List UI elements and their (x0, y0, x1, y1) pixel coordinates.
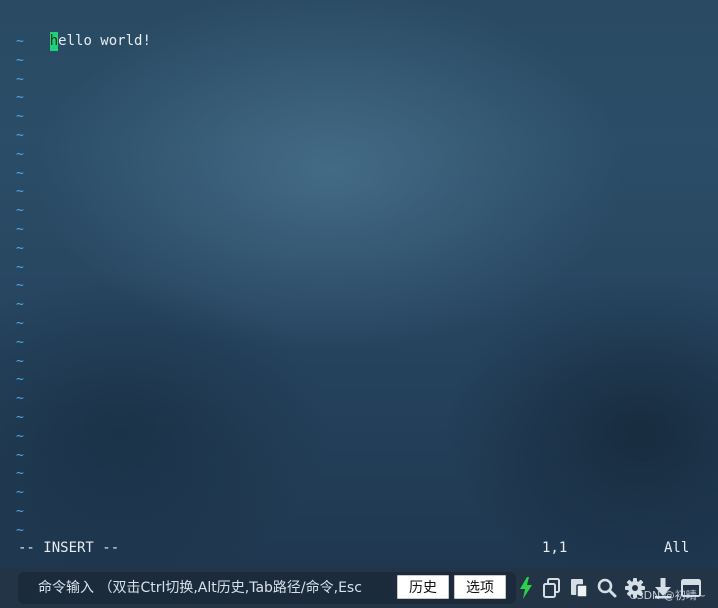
editor-line-1[interactable]: hello world! (16, 13, 151, 51)
empty-line-marker: ~ (16, 334, 24, 350)
csdn-watermark: CSDN @初晴~ (628, 589, 706, 602)
empty-line-marker: ~ (16, 203, 24, 219)
empty-line-marker: ~ (16, 410, 24, 425)
empty-line-marker: ~ (16, 90, 24, 106)
scroll-position: All (664, 540, 690, 556)
mode-indicator: -- INSERT -- (18, 540, 120, 556)
terminal-editor[interactable]: hello world! ~ ~ ~ ~ ~ ~ ~ ~ ~ ~ ~ ~ ~ ~ ~ ~ ~ ~ ~ ~ ~ ~ ~ ~ ~ ~ ~… (0, 0, 718, 568)
text-cursor: h (49, 32, 59, 51)
cursor-position: 1,1 (542, 540, 568, 556)
empty-line-marker: ~ (16, 391, 24, 407)
paste-icon[interactable] (568, 576, 590, 600)
line-text: ello world! (58, 33, 151, 49)
empty-line-marker: ~ (16, 184, 24, 200)
empty-line-marker: ~ (16, 372, 24, 388)
empty-line-marker: ~ (16, 353, 24, 369)
empty-line-marker: ~ (16, 71, 24, 87)
empty-line-marker: ~ (16, 52, 24, 68)
empty-line-marker: ~ (16, 278, 24, 294)
history-button[interactable]: 历史 (397, 575, 449, 599)
lightning-icon[interactable] (515, 576, 537, 600)
empty-line-marker: ~ (16, 522, 24, 538)
command-bar: 命令输入 （双击Ctrl切换,Alt历史,Tab路径/命令,Esc 历史 选项 (0, 568, 718, 608)
empty-line-marker: ~ (16, 109, 24, 125)
command-input-placeholder: 命令输入 （双击Ctrl切换,Alt历史,Tab路径/命令,Esc (38, 580, 362, 596)
empty-line-marker: ~ (16, 466, 24, 482)
empty-line-marker: ~ (16, 165, 24, 181)
empty-line-marker: ~ (16, 34, 24, 49)
empty-line-marker: ~ (16, 485, 24, 501)
empty-line-marker: ~ (16, 297, 24, 313)
search-icon[interactable] (596, 576, 618, 600)
empty-line-marker: ~ (16, 146, 24, 162)
empty-line-marker: ~ (16, 222, 24, 237)
empty-line-marker: ~ (16, 428, 24, 444)
empty-line-marker: ~ (16, 504, 24, 519)
options-button[interactable]: 选项 (454, 575, 506, 599)
empty-line-marker: ~ (16, 259, 24, 275)
empty-line-marker: ~ (16, 240, 24, 256)
empty-line-marker: ~ (16, 128, 24, 143)
copy-icon[interactable] (541, 576, 563, 600)
empty-line-marker: ~ (16, 447, 24, 463)
empty-line-marker: ~ (16, 316, 24, 331)
